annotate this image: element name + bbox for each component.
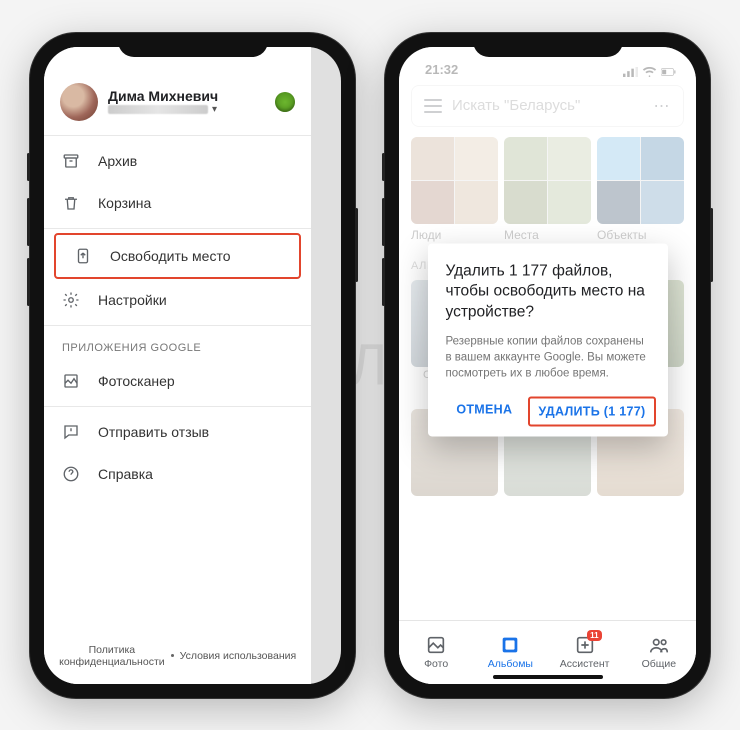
menu-trash[interactable]: Корзина <box>44 182 311 224</box>
location-badge-icon[interactable] <box>275 92 295 112</box>
menu-help-label: Справка <box>98 466 153 482</box>
section-google-apps: ПРИЛОЖЕНИЯ GOOGLE <box>44 330 311 360</box>
photos-icon <box>425 634 447 656</box>
menu-photoscan[interactable]: Фотосканер <box>44 360 311 402</box>
menu-archive[interactable]: Архив <box>44 140 311 182</box>
menu-archive-label: Архив <box>98 153 137 169</box>
menu-settings[interactable]: Настройки <box>44 279 311 321</box>
dialog-cancel-button[interactable]: ОТМЕНА <box>448 396 520 426</box>
free-up-dialog: Удалить 1 177 файлов, чтобы освободить м… <box>428 243 668 436</box>
dialog-delete-button[interactable]: УДАЛИТЬ (1 177) <box>528 396 655 426</box>
menu-feedback[interactable]: Отправить отзыв <box>44 411 311 453</box>
menu-feedback-label: Отправить отзыв <box>98 424 209 440</box>
chevron-down-icon[interactable]: ▾ <box>212 104 217 115</box>
albums-icon <box>499 634 521 656</box>
phone-left: Дима Михневич ▾ Архив <box>30 33 355 698</box>
drawer-scrim[interactable] <box>311 47 341 684</box>
help-icon <box>62 465 80 483</box>
free-up-highlight: Освободить место <box>54 233 301 279</box>
assistant-icon: 11 <box>574 634 596 656</box>
dialog-body: Резервные копии файлов сохранены в вашем… <box>446 334 650 382</box>
assistant-badge: 11 <box>587 630 601 641</box>
trash-icon <box>62 194 80 212</box>
profile-name: Дима Михневич <box>108 88 275 104</box>
dialog-title: Удалить 1 177 файлов, чтобы освободить м… <box>446 261 650 324</box>
nav-shared[interactable]: Общие <box>622 621 696 684</box>
free-up-icon <box>74 247 92 265</box>
profile-email: ▾ <box>108 104 275 115</box>
terms-link[interactable]: Условия использования <box>180 650 297 662</box>
avatar <box>60 83 98 121</box>
menu-photoscan-label: Фотосканер <box>98 373 175 389</box>
menu-settings-label: Настройки <box>98 292 167 308</box>
profile-row[interactable]: Дима Михневич ▾ <box>44 77 311 131</box>
menu-trash-label: Корзина <box>98 195 151 211</box>
archive-icon <box>62 152 80 170</box>
menu-free-up-space[interactable]: Освободить место <box>56 235 299 277</box>
photoscan-icon <box>62 372 80 390</box>
drawer-footer: Политикаконфиденциальности Условия испол… <box>44 634 311 684</box>
privacy-link[interactable]: Политикаконфиденциальности <box>59 644 165 668</box>
gear-icon <box>62 291 80 309</box>
menu-free-up-label: Освободить место <box>110 248 231 264</box>
shared-icon <box>648 634 670 656</box>
home-indicator[interactable] <box>493 675 603 679</box>
phone-right: 21:32 Искать "Беларусь" ⋯ <box>385 33 710 698</box>
nav-photos[interactable]: Фото <box>399 621 473 684</box>
menu-help[interactable]: Справка <box>44 453 311 495</box>
feedback-icon <box>62 423 80 441</box>
navigation-drawer: Дима Михневич ▾ Архив <box>44 47 311 684</box>
